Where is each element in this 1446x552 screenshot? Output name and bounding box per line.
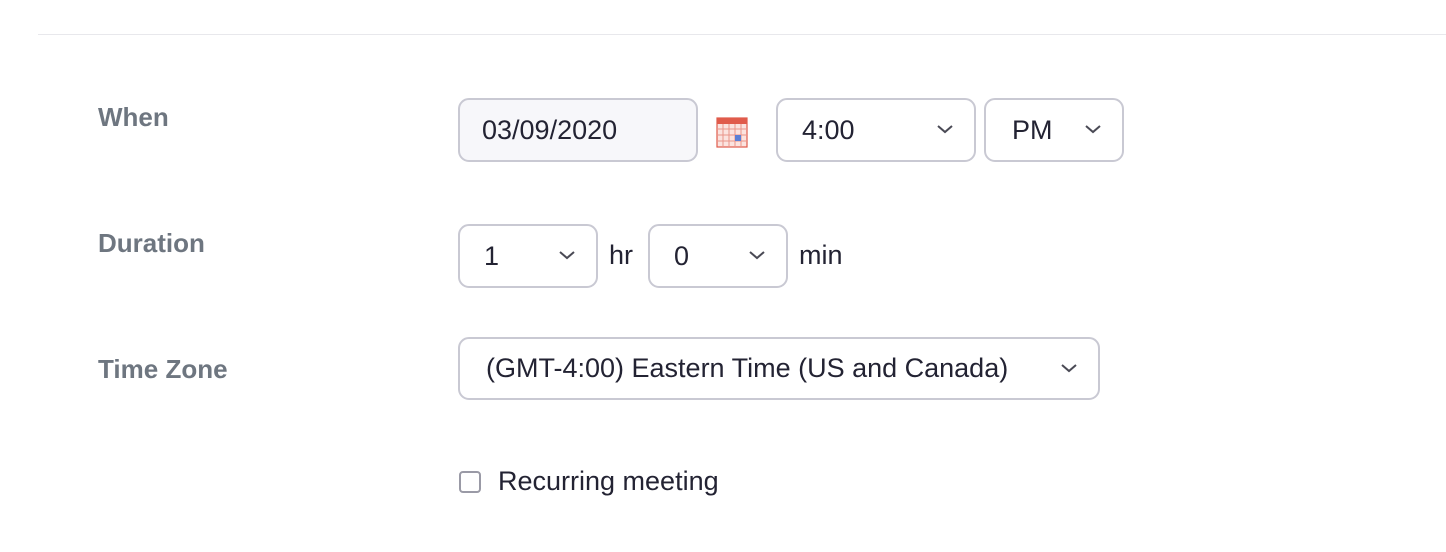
duration-label: Duration: [98, 228, 205, 258]
section-divider: [38, 34, 1446, 35]
time-select[interactable]: 4:00: [776, 98, 976, 162]
chevron-down-icon: [1085, 125, 1101, 134]
recurring-meeting-checkbox[interactable]: [459, 471, 481, 493]
date-value: 03/09/2020: [482, 114, 618, 145]
chevron-down-icon: [937, 125, 953, 134]
recurring-meeting-label[interactable]: Recurring meeting: [498, 466, 719, 497]
duration-minutes-value: 0: [674, 240, 690, 271]
timezone-value: (GMT-4:00) Eastern Time (US and Canada): [486, 353, 1009, 383]
chevron-down-icon: [559, 251, 575, 260]
timezone-select[interactable]: (GMT-4:00) Eastern Time (US and Canada): [458, 337, 1100, 400]
chevron-down-icon: [749, 251, 765, 260]
when-label: When: [98, 102, 169, 132]
minutes-unit-label: min: [799, 240, 843, 270]
calendar-icon[interactable]: [716, 116, 748, 148]
hours-unit-label: hr: [609, 240, 634, 270]
chevron-down-icon: [1061, 363, 1077, 372]
ampm-select[interactable]: PM: [984, 98, 1124, 162]
ampm-value: PM: [1012, 114, 1053, 145]
duration-hours-select[interactable]: 1: [458, 224, 598, 288]
time-value: 4:00: [802, 114, 855, 145]
date-input[interactable]: 03/09/2020: [458, 98, 698, 162]
duration-minutes-select[interactable]: 0: [648, 224, 788, 288]
duration-hours-value: 1: [484, 240, 500, 271]
timezone-label: Time Zone: [98, 354, 228, 384]
